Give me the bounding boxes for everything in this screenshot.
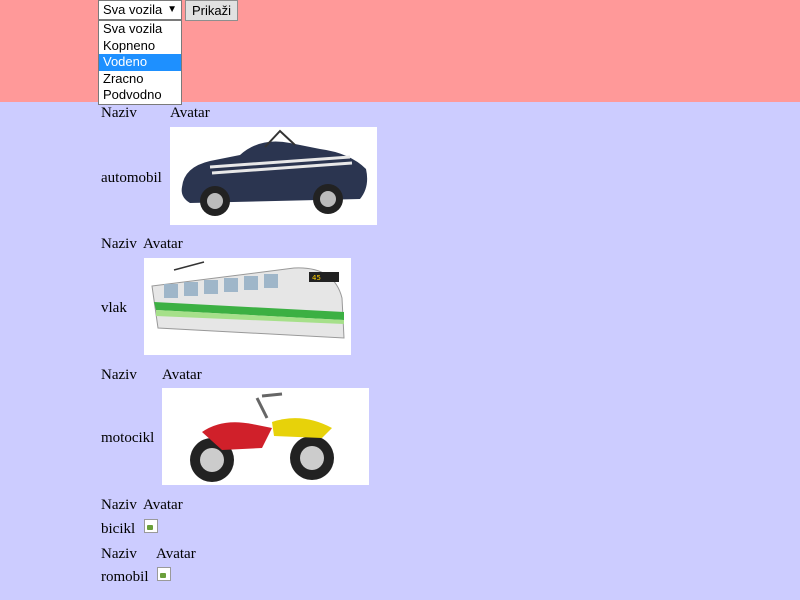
vehicle-type-select[interactable]: Sva vozila ▼ bbox=[98, 0, 182, 20]
header-naziv: Naziv bbox=[101, 497, 137, 513]
header-avatar: Avatar bbox=[143, 236, 183, 252]
broken-image-icon bbox=[144, 519, 158, 533]
car-image bbox=[170, 127, 377, 225]
broken-image-icon bbox=[157, 567, 171, 581]
option-sva-vozila[interactable]: Sva vozila bbox=[99, 21, 181, 38]
tram-image: 45 bbox=[144, 258, 351, 355]
vehicle-name: automobil bbox=[101, 170, 162, 186]
header-naziv: Naziv bbox=[101, 105, 137, 121]
motorcycle-image bbox=[162, 388, 369, 485]
vehicle-type-dropdown: Sva vozila Kopneno Vodeno Zracno Podvodn… bbox=[98, 20, 182, 105]
option-zracno[interactable]: Zracno bbox=[99, 71, 181, 88]
header-avatar: Avatar bbox=[162, 367, 202, 383]
header-naziv: Naziv bbox=[101, 236, 137, 252]
vehicle-name: vlak bbox=[101, 300, 127, 316]
option-vodeno[interactable]: Vodeno bbox=[99, 54, 181, 71]
svg-text:45: 45 bbox=[312, 274, 321, 282]
header-avatar: Avatar bbox=[143, 497, 183, 513]
chevron-down-icon: ▼ bbox=[167, 4, 177, 15]
show-button[interactable]: Prikaži bbox=[185, 0, 238, 21]
header-naziv: Naziv bbox=[101, 546, 137, 562]
option-podvodno[interactable]: Podvodno bbox=[99, 87, 181, 104]
option-kopneno[interactable]: Kopneno bbox=[99, 38, 181, 55]
header-naziv: Naziv bbox=[101, 367, 137, 383]
header-avatar: Avatar bbox=[156, 546, 196, 562]
vehicle-name: romobil bbox=[101, 569, 149, 585]
vehicle-name: bicikl bbox=[101, 521, 136, 537]
header-avatar: Avatar bbox=[170, 105, 210, 121]
select-value: Sva vozila bbox=[103, 2, 163, 17]
vehicle-name: motocikl bbox=[101, 430, 155, 446]
